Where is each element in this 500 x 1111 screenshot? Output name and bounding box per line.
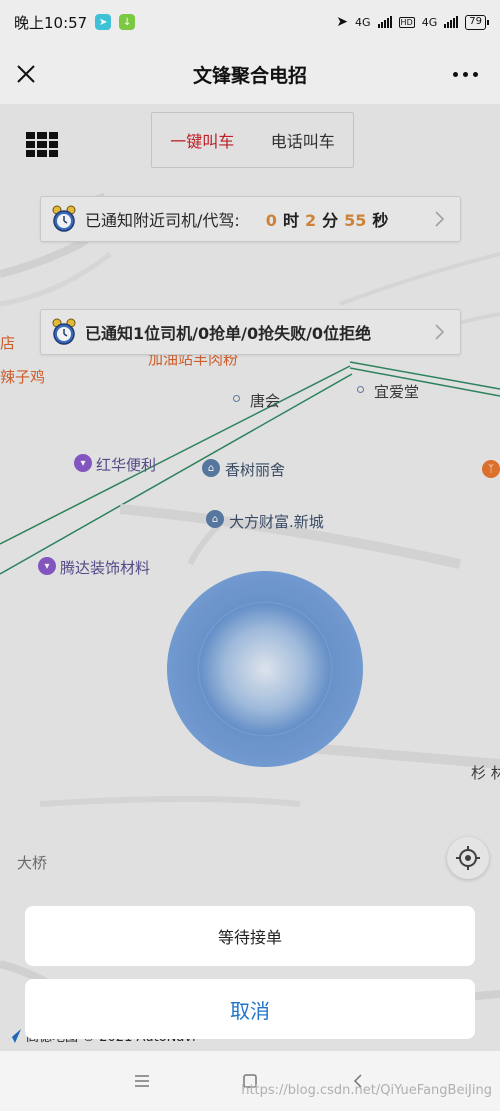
grid-menu-icon[interactable] — [26, 132, 58, 157]
status-time: 晚上10:57 — [14, 13, 88, 32]
wait-timer: 0 时 2 分 55 秒 — [266, 207, 389, 231]
alarm-clock-icon — [52, 318, 76, 345]
timer-seconds-unit: 秒 — [372, 211, 389, 230]
tab-phone-call[interactable]: 电话叫车 — [271, 128, 335, 152]
waiting-button[interactable]: 等待接单 — [25, 906, 475, 966]
alarm-clock-icon — [52, 205, 76, 232]
menu-icon[interactable] — [132, 1071, 152, 1091]
map-label: 唐会 — [250, 392, 281, 410]
telegram-icon: ➤ — [95, 14, 112, 30]
map-label: 宜爱堂 — [374, 383, 420, 401]
watermark-text: https://blog.csdn.net/QiYueFangBeiJing — [241, 1083, 492, 1098]
status-bar: 晚上10:57 ➤ ↓ ➤ 4G HD 4G 79 — [0, 0, 500, 44]
tab-one-click-call[interactable]: 一键叫车 — [170, 128, 234, 152]
map-label: 腾达装饰材料 — [60, 559, 151, 577]
crosshair-icon — [456, 846, 480, 870]
map-label: 店 — [0, 334, 16, 352]
close-icon[interactable] — [14, 62, 38, 86]
map-label: 香树丽舍 — [225, 461, 286, 479]
map-label: 杉 林 — [471, 764, 500, 782]
more-icon[interactable] — [453, 72, 478, 77]
signal-icon-2 — [444, 16, 459, 28]
map-label: 辣子鸡 — [0, 368, 46, 386]
chevron-right-icon — [435, 211, 445, 227]
driver-status-card[interactable]: 已通知1位司机/0抢单/0抢失败/0位拒绝 — [40, 309, 461, 355]
map-label: 大桥 — [17, 854, 48, 872]
notify-text: 已通知附近司机/代驾: — [85, 211, 240, 230]
timer-hours: 0 — [265, 211, 277, 230]
timer-minutes-unit: 分 — [322, 211, 339, 230]
nav-bar: 文锋聚合电招 — [0, 44, 500, 104]
cancel-button[interactable]: 取消 — [25, 979, 475, 1039]
page-title: 文锋聚合电招 — [192, 64, 307, 87]
notify-timer-card[interactable]: 已通知附近司机/代驾: 0 时 2 分 55 秒 — [40, 196, 461, 242]
battery-icon: 79 — [465, 14, 489, 30]
map-label: 大方财富.新城 — [229, 513, 324, 531]
location-pulse — [167, 571, 363, 767]
chevron-right-icon — [435, 324, 445, 340]
hd-badge: HD — [398, 16, 415, 28]
location-pulse-inner — [199, 603, 331, 735]
poi-dot — [357, 386, 364, 393]
system-nav-bar — [0, 1051, 500, 1111]
timer-seconds: 55 — [344, 211, 367, 230]
poi-dot — [233, 395, 240, 402]
shop-icon: ▾ — [38, 557, 56, 575]
home-icon: ⌂ — [202, 459, 220, 477]
shop-icon: ▾ — [74, 454, 92, 472]
network-label-1: 4G — [355, 15, 371, 29]
restaurant-icon: ᛉ — [482, 460, 500, 478]
map-label: 红华便利 — [96, 456, 157, 474]
signal-icon — [377, 16, 392, 28]
download-icon: ↓ — [119, 14, 136, 30]
call-mode-tabs: 一键叫车 电话叫车 — [151, 112, 354, 168]
locate-button[interactable] — [447, 837, 489, 879]
location-arrow-icon: ➤ — [336, 14, 349, 30]
status-indicators: ➤ 4G HD 4G 79 — [336, 14, 489, 30]
driver-status-text: 已通知1位司机/0抢单/0抢失败/0位拒绝 — [85, 324, 372, 343]
amap-logo-icon — [5, 1028, 21, 1043]
network-label-2: 4G — [421, 15, 438, 29]
timer-hours-unit: 时 — [282, 211, 299, 230]
timer-minutes: 2 — [304, 211, 317, 230]
home-icon: ⌂ — [206, 510, 224, 528]
